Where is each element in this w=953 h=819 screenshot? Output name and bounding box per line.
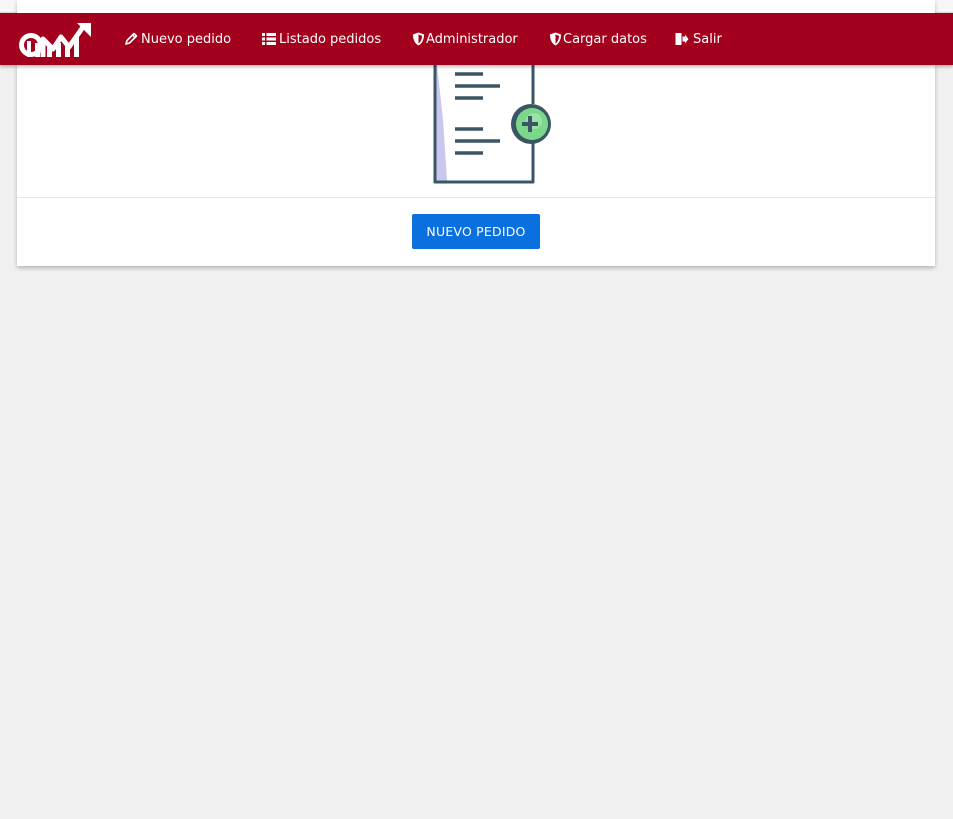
shield-icon: [549, 32, 562, 46]
pencil-icon: [124, 32, 138, 46]
nav-item-label: Nuevo pedido: [141, 31, 232, 47]
nav-item-label: Listado pedidos: [279, 31, 382, 47]
list-icon: [262, 32, 276, 46]
nav-item-label: Cargar datos: [563, 31, 647, 47]
nav-item-nuevo-pedido[interactable]: Nuevo pedido: [124, 13, 231, 65]
nav-item-cargar-datos[interactable]: Cargar datos: [549, 13, 647, 65]
card-divider: [17, 197, 935, 198]
nav-item-label: Salir: [693, 31, 722, 47]
shield-icon: [412, 32, 425, 46]
top-navbar: Nuevo pedido Listado pedidos Administrad…: [0, 13, 953, 65]
document-add-icon: [433, 60, 551, 184]
nav-item-listado-pedidos[interactable]: Listado pedidos: [262, 13, 381, 65]
nav-item-label: Administrador: [426, 31, 518, 47]
nav-item-salir[interactable]: Salir: [675, 13, 722, 65]
logo-icon[interactable]: [17, 21, 93, 59]
sign-out-icon: [675, 32, 689, 46]
nav-item-administrador[interactable]: Administrador: [412, 13, 518, 65]
new-order-button[interactable]: NUEVO PEDIDO: [412, 214, 540, 249]
